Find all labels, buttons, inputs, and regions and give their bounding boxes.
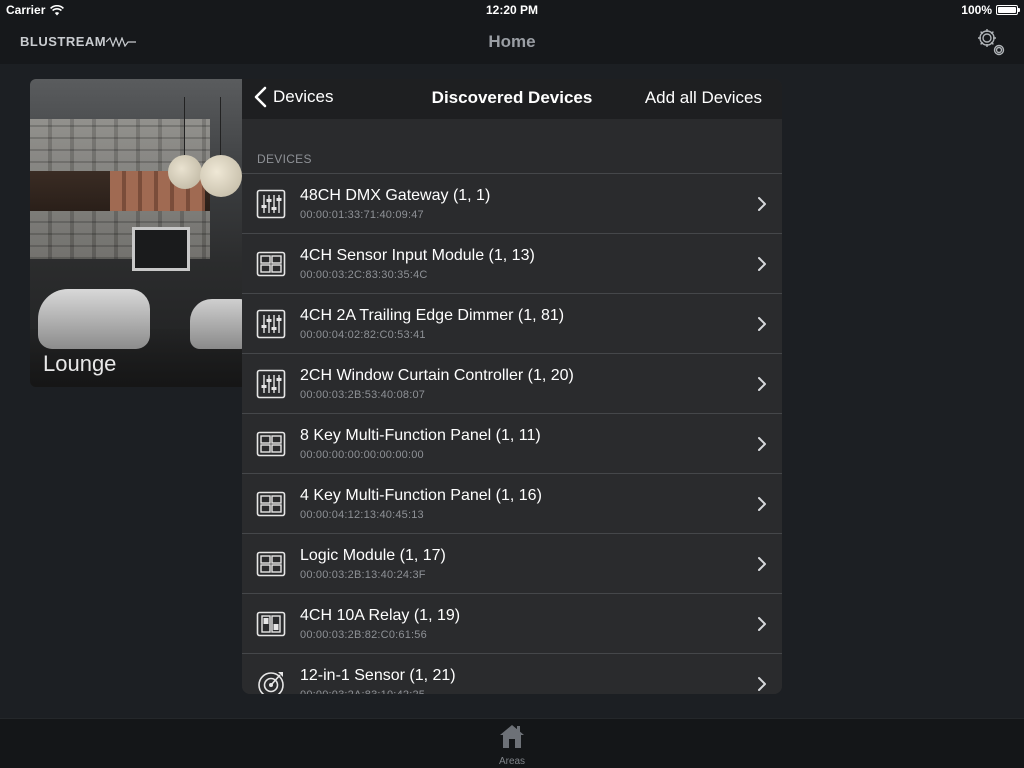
room-photo-chair [190, 299, 250, 349]
device-mac-address: 00:00:04:12:13:40:45:13 [300, 509, 424, 521]
settings-button[interactable] [976, 26, 1006, 58]
sensor-icon [256, 669, 286, 694]
device-row[interactable]: 4CH Sensor Input Module (1, 13) 00:00:03:… [242, 234, 782, 294]
device-row[interactable]: 4CH 10A Relay (1, 19) 00:00:03:2B:82:C0:6… [242, 594, 782, 654]
room-photo-cord [220, 97, 221, 157]
tab-bar: Areas [0, 718, 1024, 768]
room-photo-lamp [200, 155, 242, 197]
device-row[interactable]: 12-in-1 Sensor (1, 21) 00:00:03:2A:83:10:… [242, 654, 782, 694]
device-row[interactable]: 2CH Window Curtain Controller (1, 20) 00:… [242, 354, 782, 414]
popover-header: Devices Discovered Devices Add all Devic… [242, 79, 782, 119]
device-name: 2CH Window Curtain Controller (1, 20) [300, 367, 574, 384]
device-mac-address: 00:00:03:2C:83:30:35:4C [300, 269, 428, 281]
battery-icon [996, 5, 1020, 15]
room-photo-cord [184, 97, 185, 157]
discovered-devices-popover: Devices Discovered Devices Add all Devic… [242, 79, 782, 694]
section-header: DEVICES [257, 152, 312, 166]
device-name: 12-in-1 Sensor (1, 21) [300, 667, 456, 684]
device-row[interactable]: 4CH 2A Trailing Edge Dimmer (1, 81) 00:00… [242, 294, 782, 354]
sliders-icon [256, 189, 286, 219]
add-all-devices-button[interactable]: Add all Devices [645, 88, 762, 108]
chevron-right-icon [756, 555, 768, 573]
grid-icon [256, 549, 286, 579]
room-photo-lamp [168, 155, 202, 189]
page-title: Home [488, 32, 536, 51]
chevron-right-icon [756, 375, 768, 393]
device-mac-address: 00:00:03:2B:82:C0:61:56 [300, 629, 427, 641]
navigation-bar: BLUSTREAM Home [0, 20, 1024, 64]
chevron-right-icon [756, 255, 768, 273]
clock: 12:20 PM [485, 3, 539, 17]
device-mac-address: 00:00:00:00:00:00:00:00 [300, 449, 424, 461]
device-mac-address: 00:00:03:2B:13:40:24:3F [300, 569, 426, 581]
relay-icon [256, 609, 286, 639]
battery-indicator: 100% [961, 3, 1020, 17]
house-icon [500, 725, 524, 748]
tab-areas[interactable]: Areas [490, 722, 534, 768]
chevron-right-icon [756, 675, 768, 693]
device-mac-address: 00:00:03:2A:83:10:42:25 [300, 689, 425, 694]
device-mac-address: 00:00:01:33:71:40:09:47 [300, 209, 424, 221]
tab-label: Areas [498, 756, 526, 767]
chevron-right-icon [756, 495, 768, 513]
device-name: 4 Key Multi-Function Panel (1, 16) [300, 487, 542, 504]
chevron-right-icon [756, 315, 768, 333]
device-name: 4CH 2A Trailing Edge Dimmer (1, 81) [300, 307, 565, 324]
room-card-lounge[interactable]: Lounge [30, 79, 250, 387]
device-name: 8 Key Multi-Function Panel (1, 11) [300, 427, 541, 444]
chevron-right-icon [756, 435, 768, 453]
sliders-icon [256, 369, 286, 399]
device-row[interactable]: 4 Key Multi-Function Panel (1, 16) 00:00:… [242, 474, 782, 534]
device-row[interactable]: Logic Module (1, 17) 00:00:03:2B:13:40:24… [242, 534, 782, 594]
grid-icon [256, 489, 286, 519]
device-name: Logic Module (1, 17) [300, 547, 446, 564]
sliders-icon [256, 309, 286, 339]
device-mac-address: 00:00:04:02:82:C0:53:41 [300, 329, 426, 341]
room-photo-chair [38, 289, 150, 349]
room-name: Lounge [43, 351, 117, 376]
device-row[interactable]: 48CH DMX Gateway (1, 1) 00:00:01:33:71:40… [242, 174, 782, 234]
grid-icon [256, 249, 286, 279]
device-name: 4CH 10A Relay (1, 19) [300, 607, 461, 624]
battery-percent: 100% [961, 3, 992, 17]
grid-icon [256, 429, 286, 459]
device-name: 48CH DMX Gateway (1, 1) [300, 187, 491, 204]
gear-icon [978, 29, 1005, 56]
main-content: Lounge Devices Discovered Devices Add al… [0, 64, 1024, 718]
device-row[interactable]: 8 Key Multi-Function Panel (1, 11) 00:00:… [242, 414, 782, 474]
device-mac-address: 00:00:03:2B:53:40:08:07 [300, 389, 426, 401]
chevron-right-icon [756, 615, 768, 633]
device-name: 4CH Sensor Input Module (1, 13) [300, 247, 535, 264]
room-photo-tv [132, 227, 190, 271]
status-bar: Carrier 12:20 PM 100% [0, 0, 1024, 20]
chevron-right-icon [756, 195, 768, 213]
device-list: 48CH DMX Gateway (1, 1) 00:00:01:33:71:40… [242, 173, 782, 694]
